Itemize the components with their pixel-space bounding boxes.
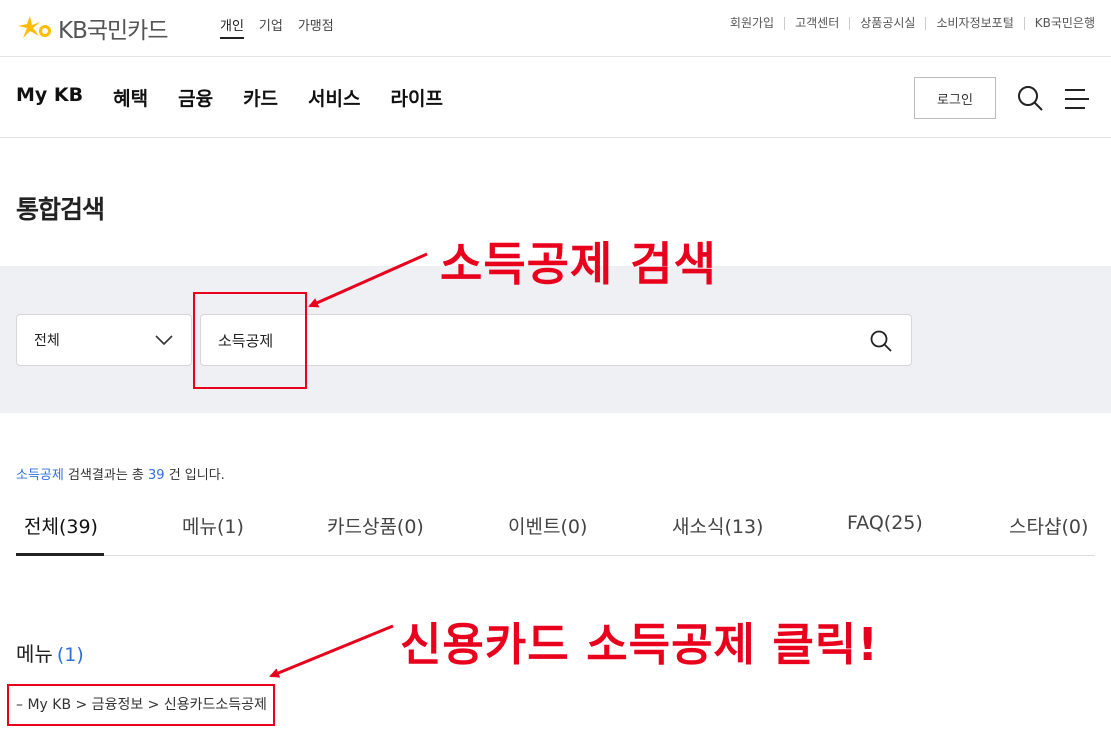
util-link-support[interactable]: 고객센터 — [784, 17, 849, 30]
annotation-click: 신용카드 소득공제 클릭! — [400, 618, 879, 671]
annotation-search: 소득공제 검색 — [440, 237, 717, 291]
kb-star-icon — [18, 16, 51, 38]
hamburger-menu-icon[interactable] — [1063, 87, 1091, 111]
active-tab-indicator — [16, 553, 104, 556]
search-category-select[interactable]: 전체 — [16, 314, 192, 366]
util-link-disclosure[interactable]: 상품공시실 — [849, 17, 925, 30]
result-count: 39 — [148, 468, 165, 483]
gnb-item-life[interactable]: 라이프 — [390, 84, 442, 111]
brand-name: KB국민카드 — [58, 18, 169, 44]
tab-events[interactable]: 이벤트(0) — [508, 512, 587, 539]
result-keyword: 소득공제 — [16, 468, 64, 483]
tab-star-shop[interactable]: 스타샵(0) — [1009, 512, 1088, 539]
segment-business[interactable]: 기업 — [259, 15, 283, 39]
top-utility-bar: KB국민카드 개인 기업 가맹점 회원가입 고객센터 상품공시실 소비자정보포털… — [0, 0, 1111, 57]
kb-logo[interactable]: KB국민카드 — [16, 11, 169, 45]
result-text-2: 건 입니다. — [164, 468, 225, 483]
tab-faq[interactable]: FAQ(25) — [847, 512, 923, 534]
menu-section-count: (1) — [56, 644, 84, 666]
gnb-item-service[interactable]: 서비스 — [308, 84, 360, 111]
utility-links: 회원가입 고객센터 상품공시실 소비자정보포털 KB국민은행 — [720, 17, 1095, 30]
tab-menu[interactable]: 메뉴(1) — [182, 512, 244, 539]
gnb-item-my-kb[interactable]: My KB — [16, 84, 83, 111]
result-summary: 소득공제 검색결과는 총 39 건 입니다. — [16, 464, 225, 483]
search-icon[interactable] — [1016, 84, 1044, 112]
tab-all[interactable]: 전체(39) — [24, 512, 98, 539]
search-category-value: 전체 — [34, 333, 60, 349]
page-title: 통합검색 — [16, 195, 105, 224]
result-text-1: 검색결과는 총 — [63, 468, 149, 483]
chevron-down-icon — [155, 335, 173, 346]
segment-merchant[interactable]: 가맹점 — [298, 15, 334, 39]
highlight-search-box — [193, 292, 307, 389]
gnb-item-finance[interactable]: 금융 — [178, 84, 213, 111]
login-button[interactable]: 로그인 — [914, 77, 996, 119]
gnb-item-benefits[interactable]: 혜택 — [113, 84, 148, 111]
menu-section-title: 메뉴 — [16, 642, 53, 666]
util-link-kb-bank[interactable]: KB국민은행 — [1023, 17, 1095, 30]
gnb-menu: My KB 혜택 금융 카드 서비스 라이프 — [16, 84, 443, 111]
main-navigation: My KB 혜택 금융 카드 서비스 라이프 로그인 — [0, 57, 1111, 138]
tab-news[interactable]: 새소식(13) — [672, 512, 763, 539]
segment-personal[interactable]: 개인 — [220, 15, 244, 39]
util-link-signup[interactable]: 회원가입 — [720, 17, 784, 30]
util-link-consumer-portal[interactable]: 소비자정보포털 — [925, 17, 1023, 30]
customer-segment-tabs: 개인 기업 가맹점 — [220, 15, 334, 39]
search-submit-icon[interactable] — [869, 329, 893, 353]
result-tabs: 전체(39) 메뉴(1) 카드상품(0) 이벤트(0) 새소식(13) FAQ(… — [16, 504, 1095, 556]
gnb-item-card[interactable]: 카드 — [243, 84, 278, 111]
arrow-to-breadcrumb-icon — [269, 624, 394, 678]
menu-section-heading: 메뉴 (1) — [16, 638, 84, 667]
tab-card-products[interactable]: 카드상품(0) — [327, 512, 424, 539]
highlight-breadcrumb-box — [7, 684, 275, 726]
